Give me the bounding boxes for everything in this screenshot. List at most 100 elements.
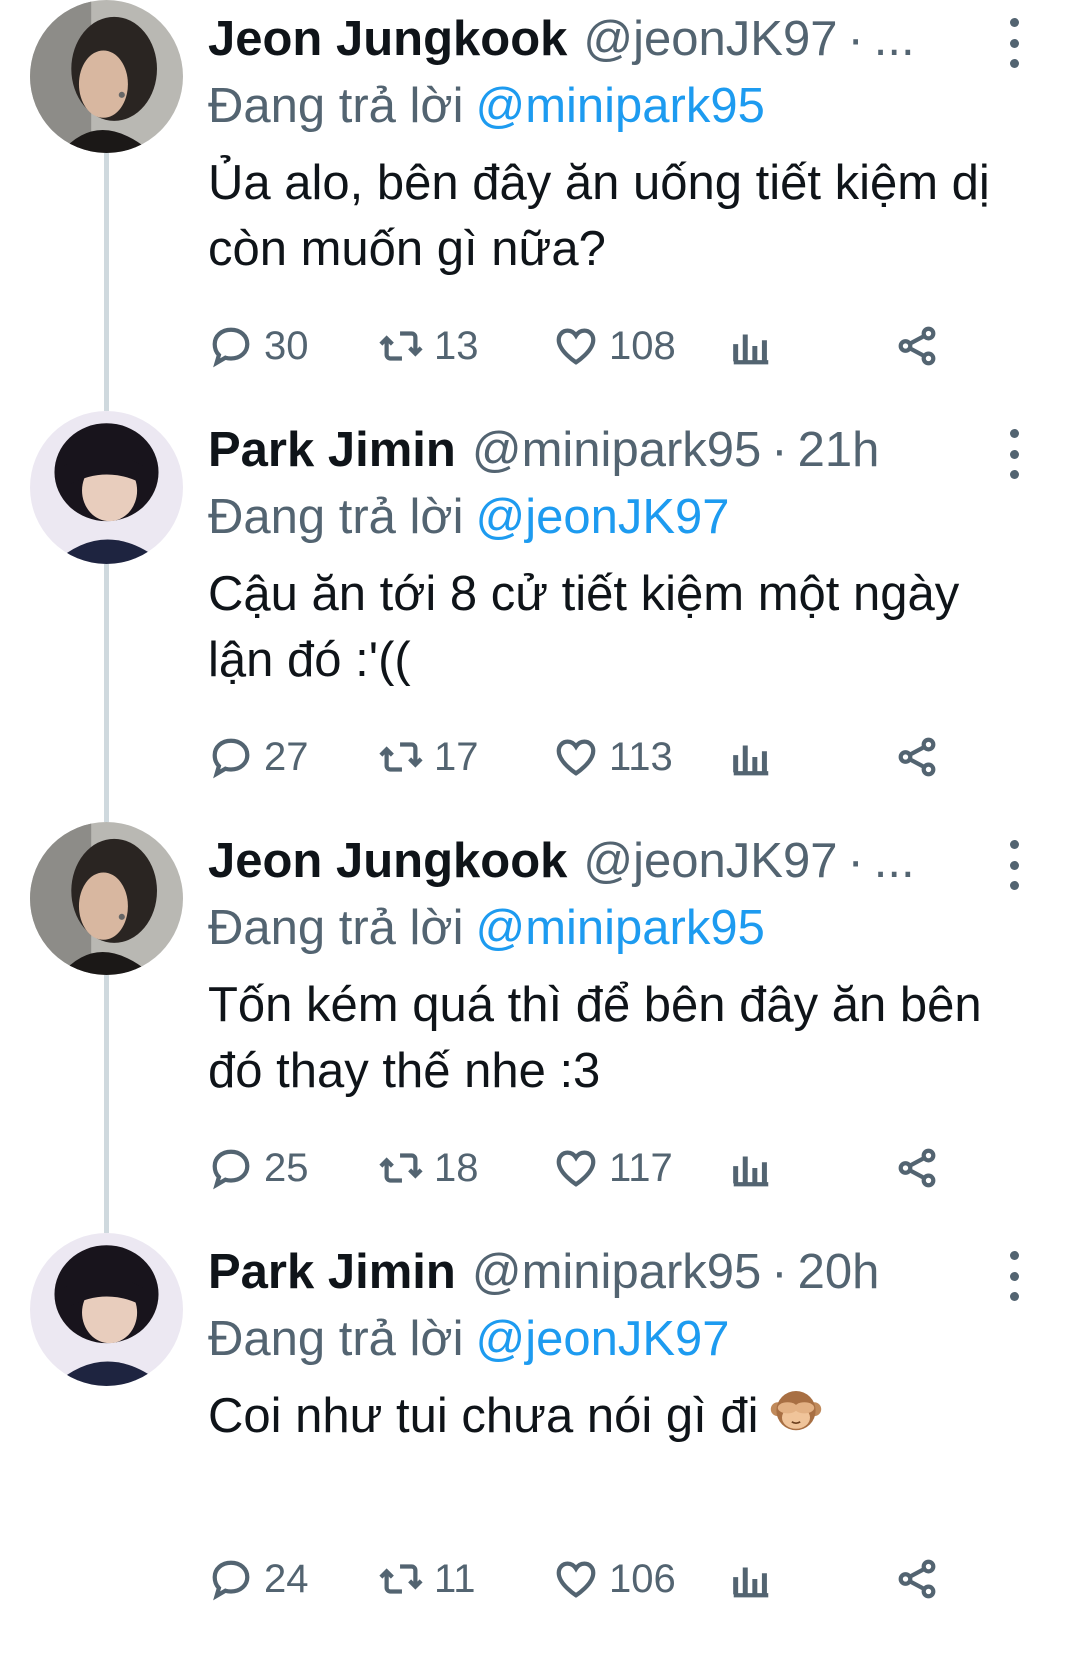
like-icon: [556, 739, 596, 776]
share-button[interactable]: [894, 729, 950, 785]
views-icon: [733, 334, 769, 365]
more-options-icon[interactable]: [1002, 429, 1026, 479]
tweet-actions: 25 18 117: [208, 1140, 948, 1196]
separator-dot: ·: [847, 12, 864, 66]
reply-count: 24: [264, 1556, 309, 1601]
share-icon: [898, 1559, 936, 1599]
more-options-icon[interactable]: [1002, 1251, 1026, 1301]
retweet-count: 17: [434, 734, 479, 779]
retweet-button[interactable]: 13: [378, 318, 479, 374]
tweet-actions: 30 13 108: [208, 318, 948, 374]
reply-button[interactable]: 25: [208, 1140, 309, 1196]
like-count: 113: [609, 734, 673, 779]
tweet-text: Ủa alo, bên đây ăn uống tiết kiệm dị còn…: [208, 156, 990, 276]
like-button[interactable]: 106: [553, 1551, 676, 1607]
tweet-header: Jeon Jungkook @jeonJK97 · ...: [208, 4, 1040, 74]
share-button[interactable]: [894, 318, 950, 374]
replying-to-label: Đang trả lời: [208, 901, 464, 955]
mention-link[interactable]: @minipark95: [475, 901, 764, 955]
share-icon: [898, 326, 936, 366]
share-icon: [898, 737, 936, 777]
display-name[interactable]: Jeon Jungkook: [208, 4, 567, 74]
like-count: 108: [609, 323, 676, 368]
user-handle[interactable]: @minipark95: [472, 415, 761, 485]
reply-count: 30: [264, 323, 309, 368]
reply-icon: [212, 738, 250, 779]
more-options-icon[interactable]: [1002, 18, 1026, 68]
mention-link[interactable]: @jeonJK97: [475, 1312, 729, 1366]
views-button[interactable]: [728, 318, 784, 374]
like-button[interactable]: 108: [553, 318, 676, 374]
retweet-button[interactable]: 11: [378, 1551, 476, 1607]
user-handle[interactable]: @minipark95: [472, 1237, 761, 1307]
replying-to-label: Đang trả lời: [208, 79, 464, 133]
retweet-button[interactable]: 18: [378, 1140, 479, 1196]
more-options-icon[interactable]: [1002, 840, 1026, 890]
timestamp[interactable]: ...: [874, 826, 915, 896]
views-icon: [733, 1156, 769, 1187]
reply-icon: [212, 1560, 250, 1601]
share-button[interactable]: [894, 1551, 950, 1607]
reply-button[interactable]: 27: [208, 729, 309, 785]
thread-line: [104, 153, 109, 411]
retweet-icon: [379, 331, 423, 361]
replying-to: Đang trả lời @jeonJK97: [208, 485, 730, 549]
mention-link[interactable]: @jeonJK97: [475, 490, 729, 544]
mention-link[interactable]: @minipark95: [475, 79, 764, 133]
separator-dot: ·: [771, 423, 788, 477]
user-handle[interactable]: @jeonJK97: [583, 826, 837, 896]
avatar[interactable]: [30, 822, 183, 975]
tweet-header: Park Jimin @minipark95 · 20h: [208, 1237, 1040, 1307]
tweet-actions: 27 17 113: [208, 729, 948, 785]
thread-line: [104, 564, 109, 822]
retweet-count: 18: [434, 1145, 479, 1190]
views-icon: [733, 745, 769, 776]
reply-button[interactable]: 24: [208, 1551, 309, 1607]
separator-dot: ·: [847, 834, 864, 888]
replying-to: Đang trả lời @minipark95: [208, 74, 765, 138]
share-icon: [898, 1148, 936, 1188]
reply-thread: Jeon Jungkook @jeonJK97 · ... Đang trả l…: [0, 0, 1080, 1666]
tweet[interactable]: Jeon Jungkook @jeonJK97 · ... Đang trả l…: [0, 0, 1080, 411]
replying-to: Đang trả lời @jeonJK97: [208, 1307, 730, 1371]
retweet-icon: [379, 1153, 423, 1183]
like-icon: [556, 1150, 596, 1187]
display-name[interactable]: Park Jimin: [208, 1237, 456, 1307]
see-no-evil-monkey-icon: [771, 1391, 822, 1431]
display-name[interactable]: Jeon Jungkook: [208, 826, 567, 896]
display-name[interactable]: Park Jimin: [208, 415, 456, 485]
avatar[interactable]: [30, 1233, 183, 1386]
avatar[interactable]: [30, 0, 183, 153]
like-icon: [556, 328, 596, 365]
avatar[interactable]: [30, 411, 183, 564]
retweet-icon: [379, 742, 423, 772]
tweet-text: Tốn kém quá thì để bên đây ăn bên đó tha…: [208, 978, 982, 1098]
like-count: 117: [609, 1145, 673, 1190]
like-button[interactable]: 117: [553, 1140, 673, 1196]
tweet[interactable]: Jeon Jungkook @jeonJK97 · ... Đang trả l…: [0, 822, 1080, 1233]
tweet[interactable]: Park Jimin @minipark95 · 21h Đang trả lờ…: [0, 406, 1080, 822]
reply-count: 27: [264, 734, 309, 779]
share-button[interactable]: [894, 1140, 950, 1196]
user-handle[interactable]: @jeonJK97: [583, 4, 837, 74]
views-button[interactable]: [728, 729, 784, 785]
timestamp[interactable]: 20h: [798, 1237, 880, 1307]
like-button[interactable]: 113: [553, 729, 673, 785]
timestamp[interactable]: 21h: [798, 415, 880, 485]
tweet-text: Cậu ăn tới 8 cử tiết kiệm một ngày lận đ…: [208, 567, 960, 687]
tweet-header: Park Jimin @minipark95 · 21h: [208, 415, 1040, 485]
tweet[interactable]: Park Jimin @minipark95 · 20h Đang trả lờ…: [0, 1233, 1080, 1666]
views-button[interactable]: [728, 1551, 784, 1607]
separator-dot: ·: [771, 1245, 788, 1299]
replying-to: Đang trả lời @minipark95: [208, 896, 765, 960]
views-button[interactable]: [728, 1140, 784, 1196]
replying-to-label: Đang trả lời: [208, 1312, 464, 1366]
reply-icon: [212, 1149, 250, 1190]
tweet-text: Coi như tui chưa nói gì đi: [208, 1383, 1038, 1449]
like-icon: [556, 1561, 596, 1598]
timestamp[interactable]: ...: [874, 4, 915, 74]
retweet-icon: [379, 1564, 423, 1594]
reply-button[interactable]: 30: [208, 318, 309, 374]
retweet-count: 11: [434, 1556, 476, 1601]
retweet-button[interactable]: 17: [378, 729, 479, 785]
